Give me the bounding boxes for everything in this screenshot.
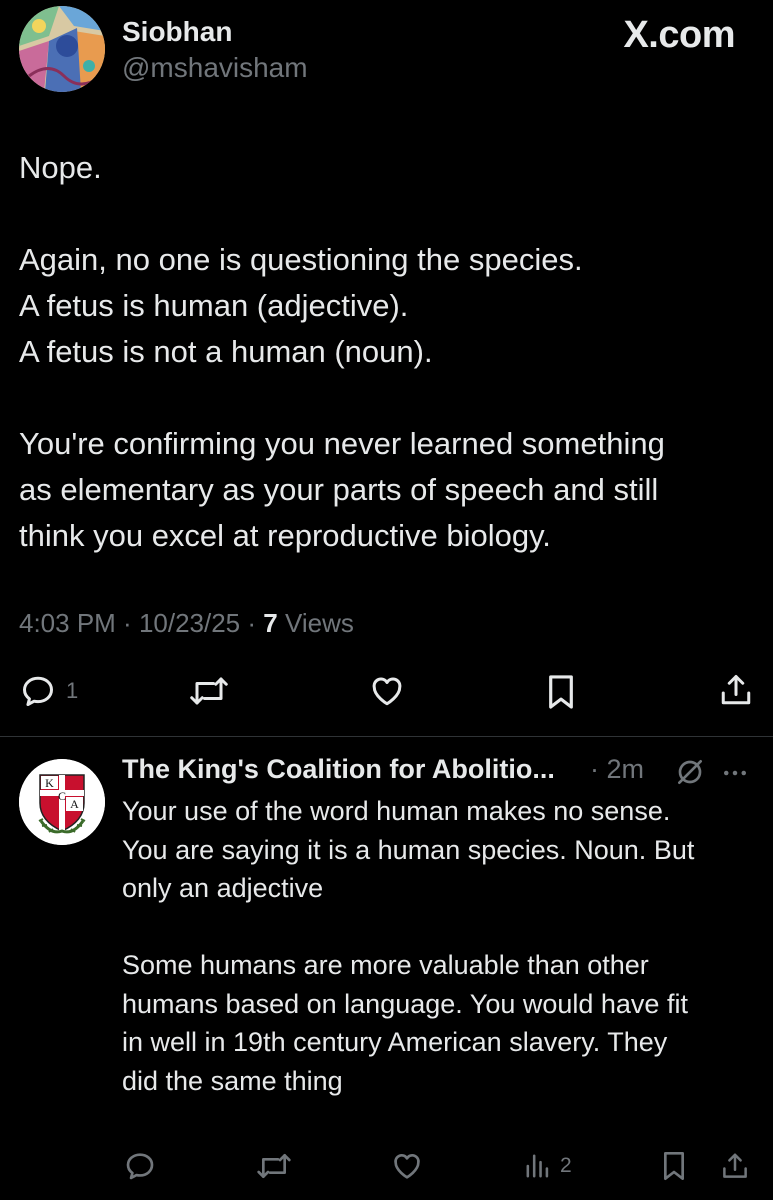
reply-repost-button[interactable] xyxy=(256,1150,292,1182)
reply-views-button[interactable]: 2 xyxy=(524,1150,572,1182)
reply-time[interactable]: · 2m xyxy=(590,754,644,785)
reply-icon xyxy=(23,676,53,706)
post-text-line: as elementary as your parts of speech an… xyxy=(19,472,659,507)
brand-logo: X.com xyxy=(623,14,735,56)
post-text-line: You're confirming you never learned some… xyxy=(19,426,665,461)
reply-icon xyxy=(126,1153,154,1180)
reply-author-avatar[interactable]: K C A xyxy=(19,759,105,845)
reply-bookmark-button[interactable] xyxy=(660,1150,688,1182)
reply-views-count: 2 xyxy=(560,1154,572,1177)
divider xyxy=(0,736,773,737)
post-text-line: think you excel at reproductive biology. xyxy=(19,518,551,553)
like-button[interactable] xyxy=(368,673,406,709)
reply-author-name[interactable]: The King's Coalition for Abolitio... xyxy=(122,754,555,785)
reply-text-line: did the same thing xyxy=(122,1065,343,1096)
reply-count: 1 xyxy=(66,678,79,703)
reply-button[interactable]: 1 xyxy=(20,673,78,709)
avatar-letter: C xyxy=(58,789,66,803)
bookmark-icon xyxy=(549,675,573,709)
reply-text-line: Your use of the word human makes no sens… xyxy=(122,796,671,826)
reply-text-line: You are saying it is a human species. No… xyxy=(122,834,695,865)
reply-text-line: in well in 19th century American slavery… xyxy=(122,1027,668,1057)
author-handle[interactable]: @mshavisham xyxy=(122,52,308,84)
like-icon xyxy=(372,677,402,706)
repost-icon xyxy=(190,677,228,705)
views-count: 7 xyxy=(263,608,278,638)
share-icon xyxy=(721,675,751,705)
author-avatar[interactable] xyxy=(19,6,105,92)
reply-header: The King's Coalition for Abolitio... · 2… xyxy=(122,754,762,790)
avatar-letter: A xyxy=(70,797,79,811)
reply-text-line: only an adjective xyxy=(122,873,324,903)
views-label: Views xyxy=(284,608,354,638)
post-text-line: A fetus is not a human (noun). xyxy=(19,334,433,369)
reply-text-line: humans based on language. You would have… xyxy=(122,988,688,1019)
reply-text-line: Some humans are more valuable than other xyxy=(122,950,649,980)
reply-like-button[interactable] xyxy=(390,1150,424,1182)
grok-icon-svg xyxy=(678,760,702,784)
post-actions: 1 xyxy=(0,668,773,718)
share-button[interactable] xyxy=(718,671,754,709)
views-icon xyxy=(526,1154,549,1178)
grok-icon[interactable] xyxy=(674,756,706,795)
post-time[interactable]: 4:03 PM xyxy=(19,608,116,638)
ellipsis-icon xyxy=(724,770,746,776)
post-metadata: 4:03 PM · 10/23/25 · 7 Views xyxy=(19,608,354,638)
author-name[interactable]: Siobhan xyxy=(122,16,232,48)
post-text: Nope. Again, no one is questioning the s… xyxy=(19,145,749,559)
reply-reply-button[interactable] xyxy=(124,1150,156,1182)
post-text-line: A fetus is human (adjective). xyxy=(19,288,409,323)
reply-share-button[interactable] xyxy=(720,1150,750,1182)
bookmark-icon xyxy=(663,1152,684,1180)
like-icon xyxy=(394,1154,420,1179)
repost-button[interactable] xyxy=(189,673,229,709)
post-text-line: Again, no one is questioning the species… xyxy=(19,242,583,277)
repost-icon xyxy=(257,1154,291,1178)
post-date[interactable]: 10/23/25 xyxy=(139,608,240,638)
reply-actions: 2 xyxy=(0,1150,773,1190)
coat-of-arms-icon: K C A xyxy=(19,759,105,845)
more-options-icon[interactable] xyxy=(720,758,750,795)
avatar-artwork-icon xyxy=(19,6,105,92)
bookmark-button[interactable] xyxy=(544,673,578,711)
avatar-letter: K xyxy=(45,776,54,790)
post-text-line: Nope. xyxy=(19,150,102,185)
reply-text: Your use of the word human makes no sens… xyxy=(122,792,762,1100)
share-icon xyxy=(723,1153,747,1178)
